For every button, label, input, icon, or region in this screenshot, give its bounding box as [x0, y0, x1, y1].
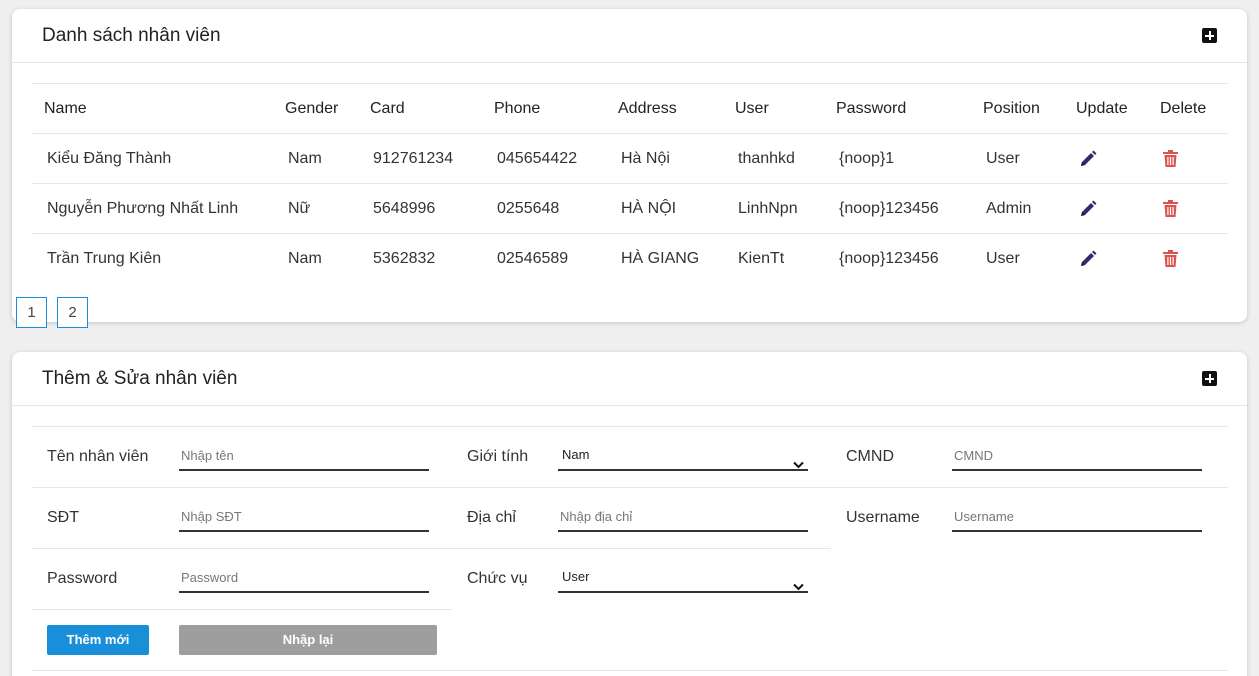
gender-select-value: Nam [562, 447, 590, 462]
cell-phone: 045654422 [482, 133, 606, 184]
cell-position: User [971, 133, 1064, 184]
address-input[interactable] [558, 502, 808, 532]
plus-icon[interactable] [1202, 28, 1217, 43]
list-card-header: Danh sách nhân viên [12, 9, 1247, 63]
position-select[interactable]: User [558, 563, 808, 593]
delete-cell [1148, 183, 1228, 234]
password-label: Password [47, 570, 118, 587]
cell-card: 5648996 [358, 183, 482, 234]
employee-list-card: Danh sách nhân viên Name Gender Card Pho… [12, 9, 1247, 322]
column-header-delete: Delete [1148, 83, 1228, 134]
cell-user: LinhNpn [723, 183, 824, 234]
cell-card: 5362832 [373, 249, 436, 267]
cell-name: Trần Trung Kiên [47, 249, 162, 267]
delete-cell [1148, 133, 1228, 184]
password-input[interactable] [179, 563, 429, 593]
cell-address: HÀ GIANG [621, 249, 700, 267]
table-header-row: Name Gender Card Phone Address User Pass… [32, 83, 1228, 134]
cell-name: Nguyễn Phương Nhất Linh [32, 183, 273, 234]
cell-card: 912761234 [358, 133, 482, 184]
cell-address: Hà Nội [606, 133, 723, 184]
cell-phone: 02546589 [497, 249, 569, 267]
form-card-title: Thêm & Sửa nhân viên [42, 368, 238, 389]
pencil-icon[interactable] [1079, 250, 1148, 268]
table-row: Trần Trung Kiên Nam 5362832 02546589 HÀ … [32, 234, 1228, 284]
divider [32, 426, 1228, 427]
divider [32, 548, 831, 549]
chevron-down-icon [793, 573, 804, 601]
cell-user: KienTt [738, 249, 785, 267]
cmnd-label: CMND [846, 448, 894, 465]
gender-label: Giới tính [467, 448, 529, 465]
position-select-value: User [562, 569, 590, 584]
cell-phone: 0255648 [482, 183, 606, 234]
update-cell [1064, 133, 1148, 184]
gender-select[interactable]: Nam [558, 441, 808, 471]
trash-icon[interactable] [1163, 250, 1228, 268]
column-header-password: Password [824, 83, 971, 134]
trash-icon[interactable] [1163, 150, 1228, 167]
cell-address: HÀ NỘI [606, 183, 723, 234]
cell-password: {noop}123456 [824, 183, 971, 234]
column-header-address: Address [606, 83, 723, 134]
phone-label: SĐT [47, 509, 79, 526]
page-button-2[interactable]: 2 [57, 297, 88, 328]
add-new-button[interactable]: Thêm mới [47, 625, 149, 655]
position-label: Chức vụ [467, 570, 528, 587]
cell-user: thanhkd [723, 133, 824, 184]
column-header-position: Position [971, 83, 1064, 134]
form-card-header: Thêm & Sửa nhân viên [12, 352, 1247, 406]
employee-form-card: Thêm & Sửa nhân viên Tên nhân viên Giới … [12, 352, 1247, 676]
column-header-card: Card [358, 83, 482, 134]
cell-gender: Nam [273, 133, 358, 184]
address-label: Địa chỉ [467, 509, 516, 526]
pencil-icon[interactable] [1079, 150, 1148, 168]
cell-gender: Nữ [273, 183, 358, 234]
table-row: Nguyễn Phương Nhất Linh Nữ 5648996 02556… [32, 183, 1228, 234]
divider [32, 487, 1228, 488]
update-cell [1064, 183, 1148, 234]
cell-name: Kiểu Đăng Thành [32, 133, 273, 184]
delete-cell [1148, 234, 1228, 284]
column-header-user: User [723, 83, 824, 134]
divider [32, 609, 452, 610]
cell-gender: Nam [288, 249, 322, 267]
cell-position: Admin [971, 183, 1064, 234]
table-row: Kiểu Đăng Thành Nam 912761234 045654422 … [32, 133, 1228, 184]
plus-icon[interactable] [1202, 371, 1217, 386]
trash-icon[interactable] [1163, 200, 1228, 217]
name-input[interactable] [179, 441, 429, 471]
username-input[interactable] [952, 502, 1202, 532]
column-header-update: Update [1064, 83, 1148, 134]
column-header-name: Name [32, 83, 273, 134]
employee-table: Name Gender Card Phone Address User Pass… [32, 83, 1228, 284]
page-button-1[interactable]: 1 [16, 297, 47, 328]
pencil-icon[interactable] [1079, 200, 1148, 218]
list-card-title: Danh sách nhân viên [42, 25, 221, 46]
cell-position: User [986, 249, 1020, 267]
phone-input[interactable] [179, 502, 429, 532]
column-header-phone: Phone [482, 83, 606, 134]
update-cell [1064, 234, 1148, 284]
username-label: Username [846, 509, 920, 526]
cell-password: {noop}1 [824, 133, 971, 184]
cmnd-input[interactable] [952, 441, 1202, 471]
cell-password: {noop}123456 [839, 249, 939, 267]
divider [32, 670, 1228, 671]
chevron-down-icon [793, 451, 804, 479]
reset-button[interactable]: Nhập lại [179, 625, 437, 655]
name-label: Tên nhân viên [47, 448, 149, 465]
column-header-gender: Gender [273, 83, 358, 134]
